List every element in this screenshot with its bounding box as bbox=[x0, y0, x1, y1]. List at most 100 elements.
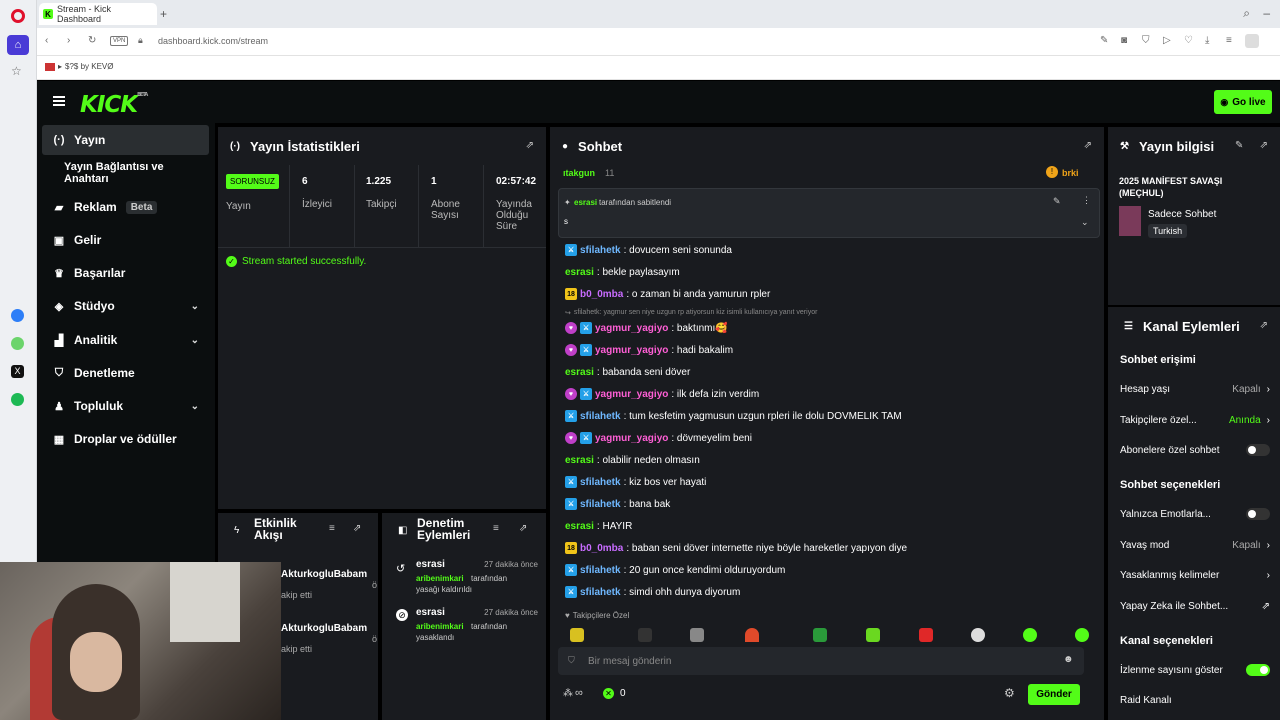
nav-item-analitik[interactable]: ▟ Analitik ⌄ bbox=[42, 325, 209, 355]
emote[interactable] bbox=[866, 628, 880, 642]
nav-item-droplar[interactable]: ▦ Droplar ve ödüller bbox=[42, 424, 209, 454]
emote[interactable] bbox=[919, 628, 933, 642]
banned-words-row[interactable]: Yasaklanmış kelimeler › bbox=[1120, 565, 1270, 585]
expand-icon[interactable]: ⇗ bbox=[1260, 140, 1268, 151]
chat-username[interactable]: sfilahetk bbox=[580, 245, 621, 256]
chat-username[interactable]: yagmur_yagiyo bbox=[595, 433, 668, 444]
expand-icon[interactable]: ⇗ bbox=[519, 523, 527, 534]
whatsapp-icon[interactable] bbox=[11, 337, 24, 350]
expand-icon[interactable]: ⇗ bbox=[353, 523, 361, 534]
hamburger-icon[interactable] bbox=[53, 96, 65, 106]
chat-message[interactable]: 18 b0_0mba: o zaman bi anda yamurun rpler bbox=[565, 285, 770, 303]
chevron-down-icon[interactable]: ⌄ bbox=[1081, 217, 1089, 228]
home-icon[interactable]: ⌂ bbox=[7, 35, 29, 55]
ai-chat-row[interactable]: Yapay Zeka ile Sohbet... ⇗ bbox=[1120, 596, 1270, 616]
kick-logo[interactable]: KICKBETA bbox=[80, 92, 148, 118]
settings-icon[interactable]: ⚙ bbox=[1004, 686, 1015, 700]
chat-username[interactable]: yagmur_yagiyo bbox=[595, 323, 668, 334]
spotify-icon[interactable] bbox=[11, 393, 24, 406]
emote[interactable] bbox=[971, 628, 985, 642]
reload-icon[interactable]: ↻ bbox=[88, 36, 96, 46]
new-tab-icon[interactable]: + bbox=[160, 7, 167, 21]
chat-username[interactable]: sfilahetk bbox=[580, 587, 621, 598]
chat-message[interactable]: 18 b0_0mba: baban seni döver internette n… bbox=[565, 539, 907, 557]
emoji-icon[interactable]: ☻ bbox=[1063, 654, 1074, 665]
nav-item-topluluk[interactable]: ♟ Topluluk ⌄ bbox=[42, 391, 209, 421]
chat-username[interactable]: esrasi bbox=[565, 367, 594, 378]
chat-message[interactable]: esrasi: bekle paylasayım bbox=[565, 263, 680, 281]
menu-icon[interactable]: ≡ bbox=[1226, 36, 1232, 46]
x-icon[interactable]: X bbox=[11, 365, 24, 378]
url-field[interactable]: dashboard.kick.com/stream bbox=[158, 36, 268, 46]
mod-action-actor[interactable]: aribenimkari bbox=[416, 622, 464, 631]
slow-mode-row[interactable]: Yavaş mod Kapalı › bbox=[1120, 535, 1270, 555]
expand-icon[interactable]: ⇗ bbox=[526, 140, 534, 151]
more-icon[interactable]: ⋮ bbox=[1082, 195, 1091, 206]
show-viewers-toggle[interactable] bbox=[1246, 664, 1270, 676]
chat-username[interactable]: yagmur_yagiyo bbox=[595, 389, 668, 400]
emotes-only-toggle[interactable] bbox=[1246, 508, 1270, 520]
chat-username[interactable]: esrasi bbox=[565, 521, 594, 532]
chat-message[interactable]: ⚔ sfilahetk: simdi ohh dunya diyorum bbox=[565, 583, 740, 601]
chat-username[interactable]: yagmur_yagiyo bbox=[595, 345, 668, 356]
chat-message[interactable]: ♥ ⚔ yagmur_yagiyo: baktınmı🥰 bbox=[565, 319, 728, 337]
chat-message[interactable]: ♥ ⚔ yagmur_yagiyo: dövmeyelim beni bbox=[565, 429, 752, 447]
nav-item-denetleme[interactable]: ⛉ Denetleme bbox=[42, 358, 209, 388]
chat-message[interactable]: esrasi: babanda seni döver bbox=[565, 363, 690, 381]
chat-message[interactable]: esrasi: olabilir neden olmasın bbox=[565, 451, 700, 469]
nav-item-yayin[interactable]: (·) Yayın bbox=[42, 125, 209, 155]
chat-message[interactable]: ⚔ sfilahetk: kiz bos ver hayati bbox=[565, 473, 706, 491]
emote[interactable] bbox=[570, 628, 584, 642]
download-icon[interactable]: ⤓ bbox=[1205, 36, 1209, 46]
star-icon[interactable]: ☆ bbox=[11, 64, 22, 78]
show-viewers-row[interactable]: İzlenme sayısını göster bbox=[1120, 660, 1270, 680]
subs-only-row[interactable]: Abonelere özel sohbet bbox=[1120, 440, 1270, 460]
forward-icon[interactable]: › bbox=[67, 36, 70, 46]
emote[interactable] bbox=[690, 628, 704, 642]
nav-item-reklam[interactable]: ▰ Reklam Beta bbox=[42, 192, 209, 222]
nav-item-basarilar[interactable]: ♛ Başarılar bbox=[42, 258, 209, 288]
minimize-icon[interactable]: – bbox=[1263, 6, 1270, 20]
chat-username[interactable]: sfilahetk bbox=[580, 499, 621, 510]
vpn-badge[interactable]: VPN bbox=[110, 36, 129, 46]
tab-kick-dashboard[interactable]: K Stream - Kick Dashboard bbox=[39, 3, 157, 25]
chat-message[interactable]: esrasi: HAYIR bbox=[565, 517, 632, 535]
play-icon[interactable]: ▷ bbox=[1163, 36, 1171, 46]
nav-item-stream-key[interactable]: Yayın Bağlantısı ve Anahtarı bbox=[42, 158, 209, 188]
edit-icon[interactable]: ✎ bbox=[1235, 140, 1243, 151]
expand-icon[interactable]: ⇗ bbox=[1084, 140, 1092, 151]
emote[interactable] bbox=[1023, 628, 1037, 642]
back-icon[interactable]: ‹ bbox=[45, 36, 48, 46]
emote[interactable] bbox=[638, 628, 652, 642]
chat-username[interactable]: b0_0mba bbox=[580, 289, 623, 300]
subs-only-toggle[interactable] bbox=[1246, 444, 1270, 456]
pinned-message[interactable]: ✦ esrasi tarafından sabitlendi s ✎ ⋮ ⌄ bbox=[558, 188, 1100, 238]
chat-message[interactable]: ⚔ sfilahetk: dovucem seni sonunda bbox=[565, 241, 732, 259]
emote[interactable] bbox=[1075, 628, 1089, 642]
expand-icon[interactable]: ⇗ bbox=[1260, 320, 1268, 331]
camera-icon[interactable]: ◙ bbox=[1121, 36, 1127, 46]
emotes-only-row[interactable]: Yalnızca Emotlarla... bbox=[1120, 504, 1270, 524]
pin-icon[interactable]: ✎ bbox=[1053, 196, 1061, 207]
chat-message[interactable]: ♥ ⚔ yagmur_yagiyo: ilk defa izin verdim bbox=[565, 385, 759, 403]
go-live-button[interactable]: ◉ Go live bbox=[1214, 90, 1272, 114]
profile-icon[interactable] bbox=[1245, 34, 1259, 48]
search-icon[interactable]: ⌕ bbox=[1243, 6, 1250, 21]
chat-message[interactable]: ⚔ sfilahetk: 20 gun once kendimi olduruyo… bbox=[565, 561, 785, 579]
chat-username[interactable]: sfilahetk bbox=[580, 565, 621, 576]
chat-username[interactable]: sfilahetk bbox=[580, 411, 621, 422]
chat-message[interactable]: ♥ ⚔ yagmur_yagiyo: hadi bakalim bbox=[565, 341, 733, 359]
chat-username[interactable]: esrasi bbox=[565, 267, 594, 278]
edit-icon[interactable]: ✎ bbox=[1100, 36, 1108, 46]
opera-logo-icon[interactable] bbox=[11, 9, 25, 23]
emote[interactable] bbox=[813, 628, 827, 642]
nav-item-studyo[interactable]: ◈ Stüdyo ⌄ bbox=[42, 291, 209, 321]
emote[interactable] bbox=[745, 628, 759, 642]
send-button[interactable]: Gönder bbox=[1028, 684, 1080, 705]
nav-item-gelir[interactable]: ▣ Gelir bbox=[42, 225, 209, 255]
bookmark-item[interactable]: ▸ $?$ by KEVØ bbox=[45, 62, 114, 71]
chat-username[interactable]: b0_0mba bbox=[580, 543, 623, 554]
messenger-icon[interactable] bbox=[11, 309, 24, 322]
chat-message[interactable]: ⚔ sfilahetk: bana bak bbox=[565, 495, 670, 513]
raid-row[interactable]: Raid Kanalı bbox=[1120, 690, 1270, 710]
